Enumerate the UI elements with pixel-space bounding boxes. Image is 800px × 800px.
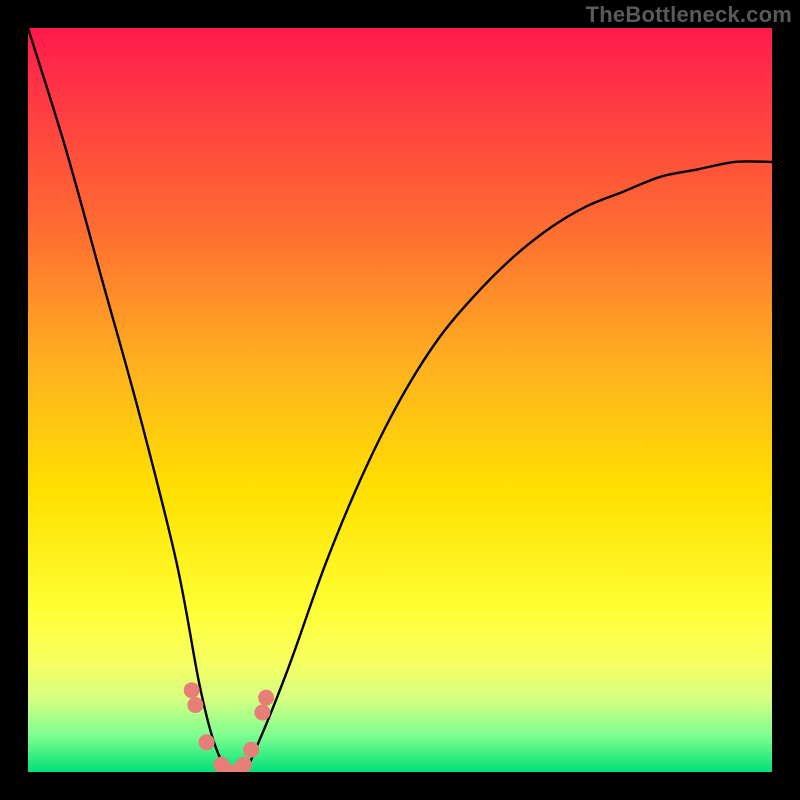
highlight-dots: [184, 682, 274, 772]
watermark-text: TheBottleneck.com: [586, 2, 792, 28]
highlight-dot: [187, 697, 203, 713]
highlight-dot: [236, 757, 252, 772]
highlight-dot: [243, 742, 259, 758]
highlight-dot: [184, 682, 200, 698]
bottleneck-curve: [28, 28, 772, 772]
highlight-dot: [254, 705, 270, 721]
chart-frame: TheBottleneck.com: [0, 0, 800, 800]
highlight-dot: [199, 734, 215, 750]
curve-layer: [28, 28, 772, 772]
plot-area: [28, 28, 772, 772]
highlight-dot: [258, 690, 274, 706]
